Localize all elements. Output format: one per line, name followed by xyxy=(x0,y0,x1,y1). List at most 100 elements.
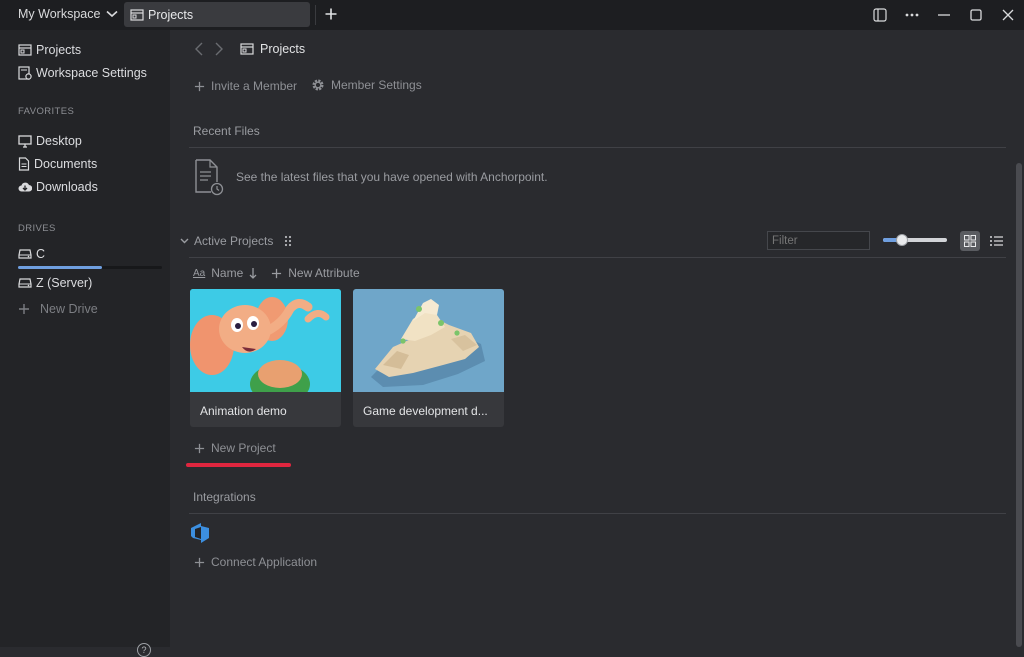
gear-icon xyxy=(311,78,325,92)
project-name: Animation demo xyxy=(200,404,338,418)
divider xyxy=(315,5,316,25)
azure-devops-icon[interactable] xyxy=(189,521,215,545)
back-icon[interactable] xyxy=(194,42,204,56)
sidebar-item-label: Projects xyxy=(36,43,81,57)
sidebar-item-downloads[interactable]: Downloads xyxy=(18,178,98,196)
sidebar-item-label: Workspace Settings xyxy=(36,66,147,80)
sort-row: Aa Name New Attribute xyxy=(193,266,360,280)
chevron-down-icon xyxy=(106,10,118,18)
new-drive-button[interactable]: New Drive xyxy=(18,300,98,318)
close-button[interactable] xyxy=(992,0,1024,30)
filter-input[interactable] xyxy=(767,231,870,250)
divider xyxy=(189,257,1006,258)
tab-projects[interactable]: Projects xyxy=(124,2,310,27)
integrations-title: Integrations xyxy=(193,490,256,504)
sidebar-item-label: Downloads xyxy=(36,180,98,194)
invite-member-button[interactable]: Invite a Member xyxy=(194,79,297,93)
more-icon xyxy=(905,13,919,17)
plus-icon xyxy=(194,81,205,92)
recent-files-title: Recent Files xyxy=(193,124,260,138)
forward-icon[interactable] xyxy=(214,42,224,56)
sidebar-item-label: Documents xyxy=(34,157,97,171)
minimize-icon xyxy=(938,14,950,16)
settings-icon xyxy=(18,66,32,80)
new-project-label: New Project xyxy=(211,441,276,455)
projects-icon xyxy=(130,9,144,21)
active-projects-header[interactable]: Active Projects xyxy=(180,234,292,248)
highlight-underline xyxy=(186,463,291,467)
sidebar-item-label: Desktop xyxy=(36,134,82,148)
invite-label: Invite a Member xyxy=(211,79,297,93)
drives-heading: DRIVES xyxy=(18,223,56,234)
divider xyxy=(189,147,1006,148)
more-button[interactable] xyxy=(896,0,928,30)
sidebar-item-drive-c[interactable]: C xyxy=(18,245,45,263)
recent-files-message: See the latest files that you have opene… xyxy=(236,170,548,184)
monitor-icon xyxy=(18,135,32,148)
sidebar-item-workspace-settings[interactable]: Workspace Settings xyxy=(18,64,147,82)
sidebar-item-label: Z (Server) xyxy=(36,276,92,290)
sidebar-item-desktop[interactable]: Desktop xyxy=(18,132,82,150)
drive-usage-bar xyxy=(18,266,162,269)
window-controls xyxy=(864,0,1024,30)
page-title: Projects xyxy=(240,42,305,56)
breadcrumb: Projects xyxy=(194,42,305,56)
document-icon xyxy=(18,157,30,171)
thumbnail-size-slider[interactable] xyxy=(883,238,947,242)
sort-name-button[interactable]: Name xyxy=(211,266,243,280)
project-card[interactable]: Game development d... xyxy=(353,289,504,427)
maximize-button[interactable] xyxy=(960,0,992,30)
sidebar-item-projects[interactable]: Projects xyxy=(18,41,81,59)
new-project-button[interactable]: New Project xyxy=(194,441,276,455)
list-view-button[interactable] xyxy=(988,233,1004,249)
download-icon xyxy=(18,181,32,193)
help-icon[interactable]: ? xyxy=(137,643,151,657)
sidebar-toggle-button[interactable] xyxy=(864,0,896,30)
recent-file-icon xyxy=(194,158,224,196)
close-icon xyxy=(1002,9,1014,21)
active-projects-title: Active Projects xyxy=(194,234,273,248)
sort-type-icon[interactable]: Aa xyxy=(193,268,205,279)
sort-down-icon[interactable] xyxy=(249,267,257,279)
island-illustration xyxy=(353,289,504,392)
plus-icon xyxy=(271,268,282,279)
grid-view-icon xyxy=(964,235,976,247)
connect-application-button[interactable]: Connect Application xyxy=(194,555,317,569)
elephant-illustration xyxy=(190,289,341,392)
drag-handle-icon[interactable] xyxy=(284,235,292,247)
minimize-button[interactable] xyxy=(928,0,960,30)
workspace-name: My Workspace xyxy=(18,7,100,21)
scrollbar[interactable] xyxy=(1016,163,1022,647)
new-attribute-label: New Attribute xyxy=(288,266,359,280)
title-bar: My Workspace Projects xyxy=(0,0,1024,30)
drive-icon xyxy=(18,248,32,260)
project-card[interactable]: Animation demo xyxy=(190,289,341,427)
project-thumbnail xyxy=(353,289,504,392)
chevron-down-icon xyxy=(180,238,189,244)
favorites-heading: FAVORITES xyxy=(18,106,74,117)
page-title-text: Projects xyxy=(260,42,305,56)
drive-usage-fill xyxy=(18,266,102,269)
connect-application-label: Connect Application xyxy=(211,555,317,569)
main-content: Projects Invite a Member Member Settings… xyxy=(170,30,1024,647)
projects-icon xyxy=(18,44,32,56)
new-drive-label: New Drive xyxy=(40,302,98,316)
member-settings-label: Member Settings xyxy=(331,78,422,92)
drive-icon xyxy=(18,277,32,289)
plus-icon xyxy=(194,443,205,454)
sidebar-item-label: C xyxy=(36,247,45,261)
maximize-icon xyxy=(970,9,982,21)
project-name: Game development d... xyxy=(363,404,501,418)
slider-knob[interactable] xyxy=(896,234,908,246)
new-attribute-button[interactable]: New Attribute xyxy=(271,266,359,280)
member-settings-button[interactable]: Member Settings xyxy=(311,78,422,92)
new-tab-button[interactable] xyxy=(322,5,340,23)
plus-icon xyxy=(325,8,337,20)
workspace-switcher[interactable]: My Workspace xyxy=(18,7,118,21)
plus-icon xyxy=(18,303,30,315)
sidebar-toggle-icon xyxy=(873,8,887,22)
grid-view-button[interactable] xyxy=(960,231,980,251)
sidebar-item-documents[interactable]: Documents xyxy=(18,155,97,173)
sidebar-item-drive-z[interactable]: Z (Server) xyxy=(18,274,92,292)
tab-label: Projects xyxy=(148,8,193,22)
